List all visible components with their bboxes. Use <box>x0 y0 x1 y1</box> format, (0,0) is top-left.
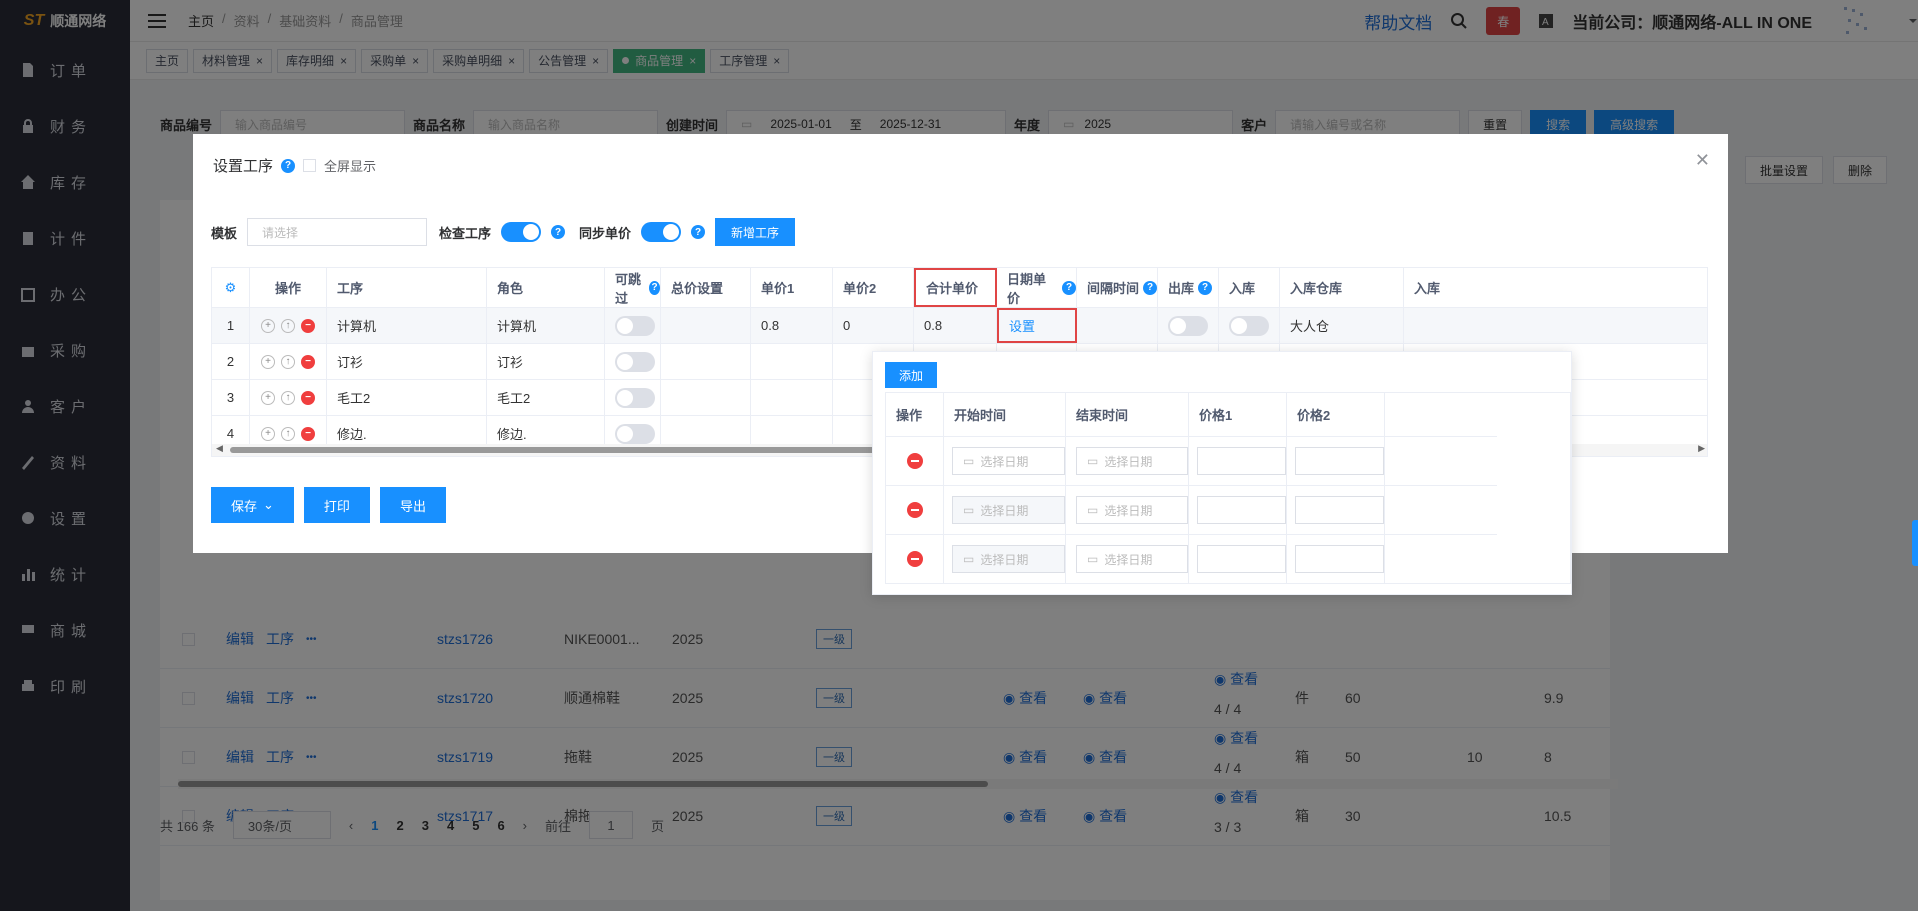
process-table-header: ⚙ 操作 工序 角色 可跳过 ? 总价设置 单价1 单价2 合计单价 日期单价 ? 间隔时间 ? 出库… <box>212 268 1707 308</box>
calendar-icon: ▭ <box>963 454 975 468</box>
new-process-button[interactable]: 新增工序 <box>715 218 796 246</box>
date-price-set-link[interactable]: 设置 <box>997 308 1077 343</box>
process-row[interactable]: 1 + ↑ − 计算机 计算机 0.8 0 0.8 设置 大人仓 <box>212 308 1707 344</box>
add-icon[interactable]: + <box>261 318 275 333</box>
date-price-header: 操作 开始时间 结束时间 价格1 价格2 <box>886 393 1497 437</box>
arrow-up-icon[interactable]: ↑ <box>281 426 295 441</box>
add-icon[interactable]: + <box>261 390 275 405</box>
price1-input[interactable] <box>1197 447 1286 475</box>
column-header: 合计单价 <box>914 268 997 307</box>
end-date-input[interactable]: ▭ 选择日期 <box>1076 447 1188 475</box>
column-header: 日期单价 ? <box>997 268 1077 307</box>
help-icon[interactable]: ? <box>1198 280 1213 295</box>
outbound-switch[interactable] <box>1168 315 1208 336</box>
help-icon[interactable]: ? <box>1143 280 1157 295</box>
help-icon[interactable]: ? <box>1062 280 1076 295</box>
column-header: 总价设置 <box>661 268 751 307</box>
date-price-row: ▭ 选择日期 ▭ 选择日期 <box>886 535 1497 584</box>
sync-price-switch[interactable] <box>641 222 682 242</box>
remove-icon[interactable] <box>906 453 923 469</box>
price1-input[interactable] <box>1197 545 1286 573</box>
remove-icon[interactable] <box>906 502 923 518</box>
remove-icon[interactable]: − <box>301 426 315 441</box>
price1-input[interactable] <box>1197 496 1286 524</box>
date-price-row: ▭ 选择日期 ▭ 选择日期 <box>886 437 1497 486</box>
date-price-table: 操作 开始时间 结束时间 价格1 价格2 ▭ 选择日期 ▭ 选择日期 ▭ 选择日期 ▭ 选择日期… <box>885 392 1571 584</box>
calendar-icon: ▭ <box>1087 503 1099 517</box>
calendar-icon: ▭ <box>1087 454 1099 468</box>
column-header: 可跳过 ? <box>605 268 661 307</box>
end-date-input[interactable]: ▭ 选择日期 <box>1076 496 1188 524</box>
column-header: 单价2 <box>833 268 914 307</box>
print-button[interactable]: 打印 <box>303 487 370 523</box>
start-date-input[interactable]: ▭ 选择日期 <box>952 496 1065 524</box>
start-date-input[interactable]: ▭ 选择日期 <box>952 545 1065 573</box>
price2-input[interactable] <box>1295 496 1384 524</box>
chevron-down-icon: ⌄ <box>263 497 274 512</box>
dialog-title: 设置工序 ? 全屏显示 <box>213 158 377 175</box>
close-icon[interactable]: ✕ <box>1695 150 1710 171</box>
skippable-switch[interactable] <box>615 387 655 408</box>
remove-icon[interactable] <box>906 551 923 567</box>
help-icon[interactable]: ? <box>691 225 706 239</box>
column-header: 单价1 <box>751 268 833 307</box>
column-settings-icon[interactable]: ⚙ <box>212 268 250 307</box>
date-price-row: ▭ 选择日期 ▭ 选择日期 <box>886 486 1497 535</box>
calendar-icon: ▭ <box>1087 552 1099 566</box>
price2-input[interactable] <box>1295 447 1384 475</box>
help-icon[interactable]: ? <box>281 158 296 173</box>
add-button[interactable]: 添加 <box>885 362 938 388</box>
side-handle[interactable] <box>1912 520 1918 566</box>
add-icon[interactable]: + <box>261 354 275 369</box>
save-button[interactable]: 保存 ⌄ <box>211 487 294 523</box>
column-header: 间隔时间 ? <box>1077 268 1158 307</box>
template-select[interactable]: 请选择 <box>247 218 428 246</box>
check-process-switch[interactable] <box>501 222 542 242</box>
price2-input[interactable] <box>1295 545 1384 573</box>
column-header: 入库仓库 <box>1280 268 1404 307</box>
column-header: 操作 <box>250 268 327 307</box>
help-icon[interactable]: ? <box>551 225 566 239</box>
column-header: 出库 ? <box>1158 268 1219 307</box>
export-button[interactable]: 导出 <box>379 487 446 523</box>
calendar-icon: ▭ <box>963 503 975 517</box>
arrow-up-icon[interactable]: ↑ <box>281 354 295 369</box>
remove-icon[interactable]: − <box>301 354 315 369</box>
remove-icon[interactable]: − <box>301 390 315 405</box>
date-price-popover: 添加 操作 开始时间 结束时间 价格1 价格2 ▭ 选择日期 ▭ 选择日期 ▭ 选择日期 ▭ 选… <box>872 351 1572 595</box>
dialog-toolbar: 模板 请选择 检查工序 ? 同步单价 ? 新增工序 <box>211 218 796 246</box>
arrow-up-icon[interactable]: ↑ <box>281 318 295 333</box>
calendar-icon: ▭ <box>963 552 975 566</box>
end-date-input[interactable]: ▭ 选择日期 <box>1076 545 1188 573</box>
remove-icon[interactable]: − <box>301 318 315 333</box>
column-header: 角色 <box>487 268 605 307</box>
column-header: 入库 <box>1404 268 1707 307</box>
fullscreen-checkbox[interactable] <box>303 159 317 172</box>
inbound-switch[interactable] <box>1229 315 1269 336</box>
column-header: 入库 <box>1219 268 1280 307</box>
add-icon[interactable]: + <box>261 426 275 441</box>
arrow-up-icon[interactable]: ↑ <box>281 390 295 405</box>
start-date-input[interactable]: ▭ 选择日期 <box>952 447 1065 475</box>
column-header: 工序 <box>327 268 487 307</box>
help-icon[interactable]: ? <box>649 280 660 295</box>
skippable-switch[interactable] <box>615 423 655 444</box>
skippable-switch[interactable] <box>615 315 655 336</box>
skippable-switch[interactable] <box>615 351 655 372</box>
